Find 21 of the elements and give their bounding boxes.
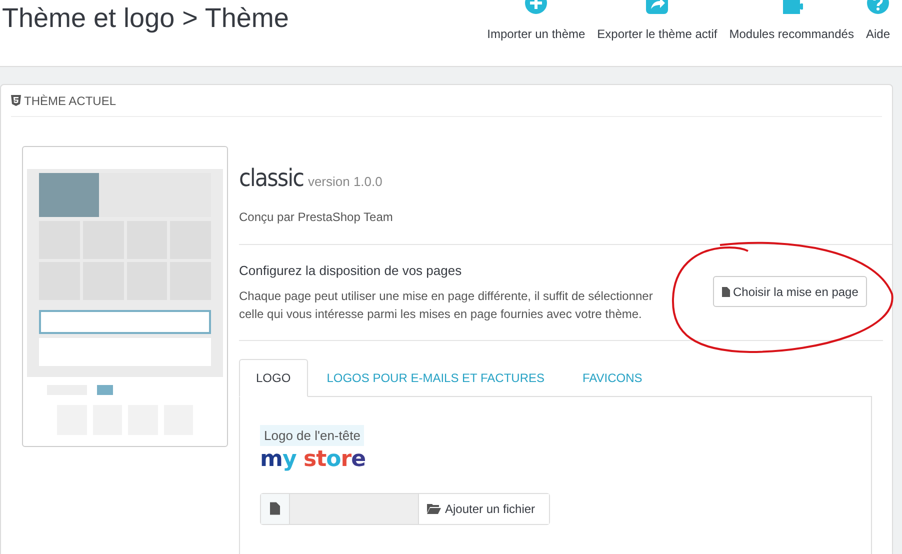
file-icon xyxy=(722,286,730,297)
theme-name: classic xyxy=(239,164,304,192)
theme-version: version 1.0.0 xyxy=(308,174,382,189)
html5-icon xyxy=(11,95,21,106)
file-icon xyxy=(270,502,280,515)
page-title: Thème et logo > Thème xyxy=(1,2,289,35)
store-logo: my store xyxy=(260,448,366,470)
tab[interactable]: LOGO xyxy=(239,358,308,396)
toolbar-link[interactable]: Aide xyxy=(866,0,890,43)
theme-author: Conçu par PrestaShop Team xyxy=(239,209,394,226)
layout-description: Chaque page peut utiliser une mise en page différente, il suffit de sélectionner celle qui vous intéresse parmi les mises en page fournies avec votre thème. xyxy=(239,288,654,322)
choose-layout-button[interactable]: Choisir la mise en page xyxy=(713,276,868,308)
folder-icon xyxy=(427,503,441,514)
file-input[interactable]: Ajouter un fichier xyxy=(260,492,550,524)
toolbar-link[interactable]: Modules recommandés xyxy=(729,0,854,43)
header-logo-label: Logo de l'en-tête xyxy=(260,424,364,446)
layout-heading: Configurez la disposition de vos pages xyxy=(239,262,463,280)
toolbar-link[interactable]: Exporter le thème actif xyxy=(597,0,718,43)
panel-title: THÈME ACTUEL xyxy=(24,92,116,110)
toolbar-link[interactable]: Importer un thème xyxy=(487,0,586,43)
add-file-button[interactable]: Ajouter un fichier xyxy=(418,494,549,524)
